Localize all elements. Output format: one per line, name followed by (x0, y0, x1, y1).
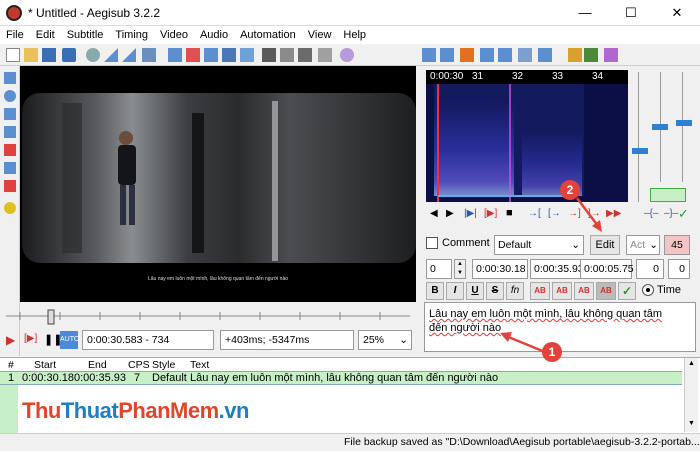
annotation-arrows (500, 197, 602, 354)
annotation-badge-1: 1 (542, 342, 562, 362)
annotation-badge-2: 2 (560, 180, 580, 200)
